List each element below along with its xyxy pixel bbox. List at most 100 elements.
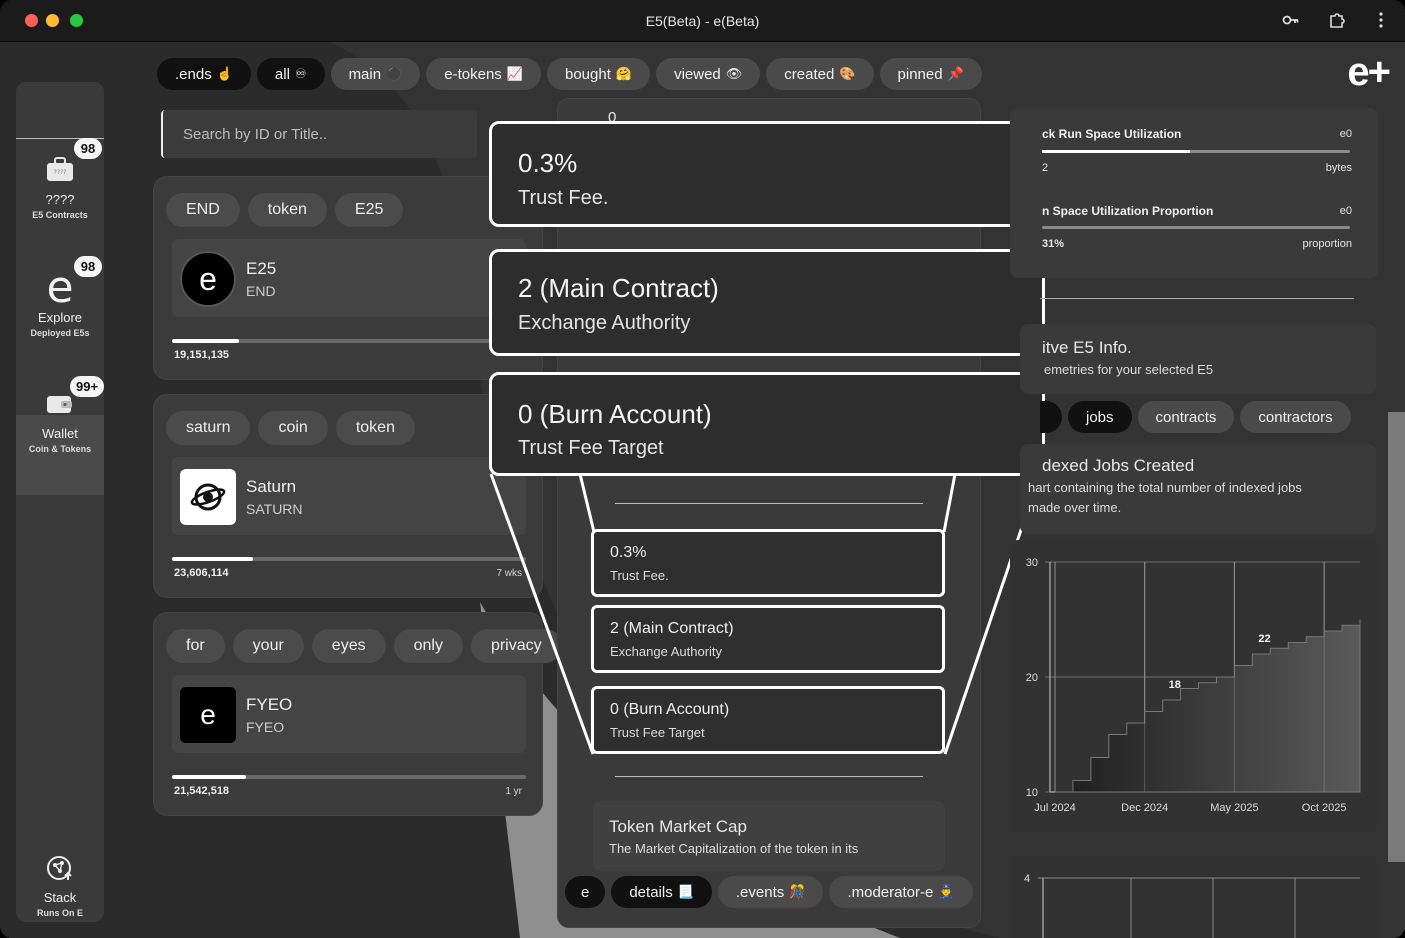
tag[interactable]: saturn [166,411,251,445]
chip-emoji-icon: 🤗 [615,66,633,81]
chip-main[interactable]: main ⚫ [330,58,421,90]
chip-emoji-icon: ☝ [216,66,233,81]
market-cap-card: Token Market Cap The Market Capitalizati… [593,801,945,871]
chip-viewed[interactable]: viewed 👁 [656,58,761,90]
util-left-value: 31% [1042,238,1065,250]
zoom-popup-exchange-authority: 2 (Main Contract) Exchange Authority [489,249,1045,356]
detail-label: Trust Fee Target [610,725,705,740]
y-tick-label: 20 [1026,672,1038,684]
key-icon[interactable] [1281,11,1301,31]
jobs-desc-line1: hart containing the total number of inde… [1028,480,1302,495]
detail-label: Trust Fee. [610,568,669,583]
util-unit: proportion [1302,238,1352,250]
divider [615,503,923,504]
zoom-popup-trust-fee-target: 0 (Burn Account) Trust Fee Target [489,372,1045,476]
tab-contracts[interactable]: contracts [1137,401,1235,433]
tab-partial[interactable] [1040,401,1062,433]
chip-events[interactable]: .events 🎊 [717,876,824,908]
token-name: Saturn [246,477,297,496]
popup-value: 0.3% [518,148,578,178]
svg-text:????: ???? [54,169,67,176]
tag[interactable]: eyes [311,629,386,663]
info-sub: emetries for your selected E5 [1044,362,1214,377]
tag[interactable]: END [166,193,240,227]
token-card[interactable]: for your eyes only privacy e FYEO FYEO 2… [153,612,562,816]
sidebar-item-sub: E5 Contracts [32,210,88,220]
chip-created[interactable]: created 🎨 [766,58,874,90]
stack-icon [40,848,80,888]
chip-label: e [581,883,590,901]
token-symbol: FYEO [246,719,285,735]
util-left-value: 2 [1042,162,1049,174]
token-symbol: SATURN [246,501,303,517]
right-tabs: jobs contracts contractors [1040,401,1351,433]
token-age: 7 wks [496,568,522,579]
x-tick-label: Jul 2024 [1034,802,1076,814]
util-label: ck Run Space Utilization [1042,127,1182,141]
sidebar-item-stack[interactable]: Stack Runs On E [16,848,104,918]
chip-all[interactable]: all ♾ [256,58,325,90]
chip-label: .events [735,883,785,901]
tab-contractors[interactable]: contractors [1240,401,1351,433]
detail-value: 2 (Main Contract) [610,620,734,637]
chip-moderator-e[interactable]: .moderator-e 👮 [829,876,973,908]
util-unit-top: e0 [1339,128,1352,140]
saturn-logo-icon [180,469,236,525]
notification-badge: 99+ [70,376,105,397]
token-card[interactable]: saturn coin token Saturn SATURN 23,606,1… [153,394,543,598]
notification-badge: 98 [74,138,102,159]
x-tick-label: Dec 2024 [1121,802,1168,814]
token-info: Saturn SATURN [172,457,526,535]
tag[interactable]: only [393,629,463,663]
token-symbol: END [246,283,276,299]
tag[interactable]: privacy [470,629,562,663]
util-label: n Space Utilization Proportion [1042,204,1214,218]
info-title: itve E5 Info. [1042,338,1132,357]
tag[interactable]: E25 [334,193,404,227]
token-name: FYEO [246,695,293,714]
supply-bar [172,775,526,779]
sidebar-item-wallet[interactable]: Wallet Coin & Tokens 99+ [16,376,105,454]
tag[interactable]: token [247,193,327,227]
popup-value: 2 (Main Contract) [518,273,719,303]
detail-card-exchange-authority: 2 (Main Contract) Exchange Authority [591,605,945,673]
chip-e[interactable]: e [565,876,606,908]
sidebar-item-label: Stack [43,890,77,905]
chip-details[interactable]: details 📃 [611,876,712,908]
window-title: E5(Beta) - e(Beta) [645,13,760,29]
extension-icon[interactable] [1327,11,1347,31]
chip-label: .ends [175,65,212,83]
sidebar-item-sub: Deployed E5s [30,328,90,338]
e-plus-logo[interactable]: e+ [1347,50,1391,95]
chip-emoji-icon: 👮 [938,884,955,899]
token-supply: 19,151,135 [174,349,230,361]
briefcase-icon: ???? [40,150,80,190]
title-bar: E5(Beta) - e(Beta) [0,0,1405,42]
more-vertical-icon[interactable] [1371,11,1391,31]
tag[interactable]: token [335,411,415,445]
tab-jobs[interactable]: jobs [1068,401,1132,433]
chip-e-tokens[interactable]: e-tokens 📈 [426,58,541,90]
tag[interactable]: coin [258,411,328,445]
sidebar-item-sub: Runs On E [36,908,83,918]
tag[interactable]: for [166,629,225,663]
tag[interactable]: your [232,629,304,663]
chip-ends[interactable]: .ends ☝ [157,58,251,90]
sidebar-item-contracts[interactable]: ???? ???? E5 Contracts 98 [16,138,104,220]
e-logo-icon: e [46,262,74,313]
jobs-area-series [1055,619,1361,793]
sidebar-item-explore[interactable]: e Explore Deployed E5s 98 [16,256,104,338]
chip-label: bought [565,65,611,83]
token-info: e E25 END [172,239,526,317]
secondary-chart-svg: 4 [1024,873,1360,938]
token-age: 1 yr [505,786,522,797]
chip-bought[interactable]: bought 🤗 [547,58,651,90]
fyeo-logo-icon: e [180,687,236,743]
panel-tab-row: e details 📃 .events 🎊 .moderator-e 👮 [565,876,973,908]
x-tick-label: May 2025 [1210,802,1258,814]
search-input[interactable]: Search by ID or Title.. [161,110,477,158]
util-bar [1042,226,1350,229]
token-card[interactable]: END token E25 e E25 END 19,151,135 [153,176,543,380]
data-label: 18 [1169,679,1181,691]
chip-pinned[interactable]: pinned 📌 [879,58,982,90]
